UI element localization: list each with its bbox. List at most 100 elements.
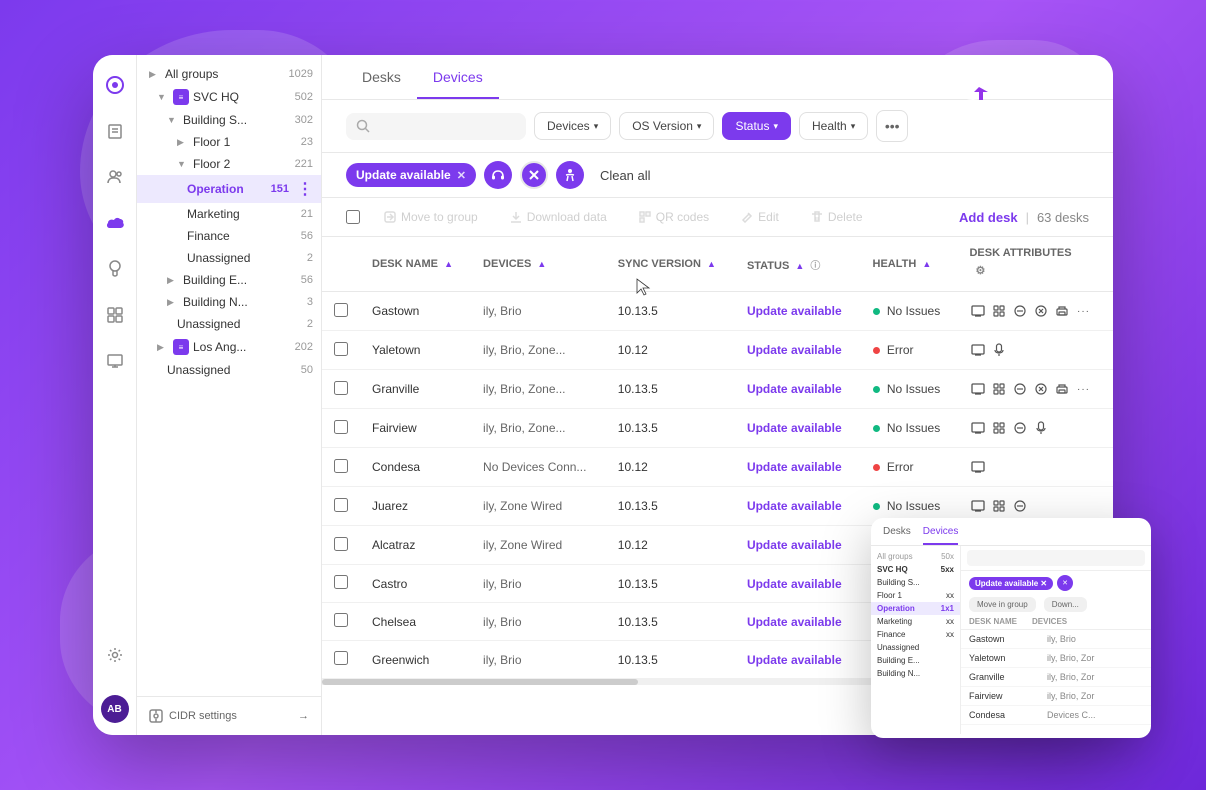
desk-name-cell: Juarez xyxy=(360,487,471,526)
row-checkbox[interactable] xyxy=(334,498,348,512)
mini-chip-icon: ✕ xyxy=(1057,575,1073,591)
row-checkbox[interactable] xyxy=(334,303,348,317)
nav-item-floor2[interactable]: ▼ Floor 2 221 xyxy=(137,153,321,175)
user-avatar[interactable]: AB xyxy=(101,695,129,723)
device-icon xyxy=(990,497,1008,515)
move-to-group-btn[interactable]: Move to group xyxy=(376,206,486,228)
health-cell: No Issues xyxy=(861,409,958,448)
person-filter-icon[interactable] xyxy=(556,161,584,189)
mini-move-action: Move in group xyxy=(969,597,1036,612)
row-checkbox[interactable] xyxy=(334,459,348,473)
row-checkbox[interactable] xyxy=(334,537,348,551)
nav-icon-grid[interactable] xyxy=(101,301,129,329)
nav-icon-book[interactable] xyxy=(101,117,129,145)
more-options-icon[interactable]: ⋮ xyxy=(297,179,313,199)
status-cell: Update available xyxy=(735,409,861,448)
table-row[interactable]: Gastown ily, Brio 10.13.5 Update availab… xyxy=(322,292,1113,331)
nav-item-unassigned-2[interactable]: Unassigned 2 xyxy=(137,313,321,335)
health-cell: No Issues xyxy=(861,370,958,409)
move-to-group-label: Move to group xyxy=(401,210,478,224)
chip-remove-icon[interactable]: ✕ xyxy=(457,169,466,182)
nav-label: Building S... xyxy=(183,113,247,127)
mini-table-row: Yaletownily, Brio, Zor xyxy=(961,649,1151,668)
delete-btn[interactable]: Delete xyxy=(803,206,871,228)
edit-btn[interactable]: Edit xyxy=(733,206,787,228)
nav-icon-people[interactable] xyxy=(101,163,129,191)
row-checkbox[interactable] xyxy=(334,342,348,356)
col-label: HEALTH xyxy=(873,258,917,270)
nav-item-los-angeles[interactable]: ▶ ≡ Los Ang... 202 xyxy=(137,335,321,359)
nav-tree: ▶ All groups 1029 ▼ ≡ SVC HQ 502 ▼ Build… xyxy=(137,55,321,696)
nav-item-unassigned-1[interactable]: Unassigned 2 xyxy=(137,247,321,269)
col-label: SYNC VERSION xyxy=(618,258,701,270)
search-input[interactable] xyxy=(376,119,506,134)
add-desk-button[interactable]: Add desk xyxy=(959,210,1018,225)
nav-icon-lightbulb[interactable] xyxy=(101,255,129,283)
update-available-chip[interactable]: Update available ✕ xyxy=(346,163,476,187)
nav-item-building-n[interactable]: ▶ Building N... 3 xyxy=(137,291,321,313)
nav-item-operation[interactable]: Operation 151 ⋮ xyxy=(137,175,321,203)
mini-tab-devices[interactable]: Devices xyxy=(923,526,959,545)
qr-codes-btn[interactable]: QR codes xyxy=(631,206,717,228)
search-box[interactable] xyxy=(346,113,526,140)
nav-item-svc-hq[interactable]: ▼ ≡ SVC HQ 502 xyxy=(137,85,321,109)
select-all-checkbox[interactable] xyxy=(346,210,360,224)
table-row[interactable]: Fairview ily, Brio, Zone... 10.13.5 Upda… xyxy=(322,409,1113,448)
nav-icon-home[interactable] xyxy=(101,71,129,99)
row-checkbox[interactable] xyxy=(334,651,348,665)
mini-tab-desks[interactable]: Desks xyxy=(883,526,911,545)
health-filter-btn[interactable]: Health ▾ xyxy=(799,112,868,140)
row-checkbox[interactable] xyxy=(334,613,348,627)
table-row[interactable]: Yaletown ily, Brio, Zone... 10.12 Update… xyxy=(322,331,1113,370)
nav-item-all-groups[interactable]: ▶ All groups 1029 xyxy=(137,63,321,85)
status-filter-btn[interactable]: Status ▾ xyxy=(722,112,791,140)
row-checkbox-cell xyxy=(322,526,360,565)
more-filters-btn[interactable]: ••• xyxy=(876,110,908,142)
row-checkbox-cell xyxy=(322,292,360,331)
row-checkbox[interactable] xyxy=(334,575,348,589)
device-icon xyxy=(990,341,1008,359)
os-version-filter-btn[interactable]: OS Version ▾ xyxy=(619,112,714,140)
col-health[interactable]: HEALTH ▲ xyxy=(861,237,958,292)
col-settings-icon[interactable]: ⚙ xyxy=(969,259,991,281)
nav-item-floor1[interactable]: ▶ Floor 1 23 xyxy=(137,131,321,153)
health-text: No Issues xyxy=(887,382,940,396)
nav-icon-cloud[interactable] xyxy=(101,209,129,237)
nav-icon-monitor[interactable] xyxy=(101,347,129,375)
desk-attributes-cell: ··· xyxy=(957,292,1113,331)
devices-filter-btn[interactable]: Devices ▾ xyxy=(534,112,611,140)
health-text: Error xyxy=(887,343,914,357)
col-sync-version[interactable]: SYNC VERSION ▲ xyxy=(606,237,735,292)
tab-desks[interactable]: Desks xyxy=(346,55,417,99)
desk-name-cell: Alcatraz xyxy=(360,526,471,565)
table-row[interactable]: Granville ily, Brio, Zone... 10.13.5 Upd… xyxy=(322,370,1113,409)
device-icon xyxy=(1011,380,1029,398)
clean-all-button[interactable]: Clean all xyxy=(592,164,659,187)
nav-item-building-s[interactable]: ▼ Building S... 302 xyxy=(137,109,321,131)
nav-item-marketing[interactable]: Marketing 21 xyxy=(137,203,321,225)
nav-count: 202 xyxy=(295,341,313,353)
headphones-filter-icon[interactable] xyxy=(484,161,512,189)
close-filter-icon[interactable] xyxy=(520,161,548,189)
cidr-settings-link[interactable]: CIDR settings → xyxy=(149,709,309,723)
row-checkbox[interactable] xyxy=(334,420,348,434)
nav-item-finance[interactable]: Finance 56 xyxy=(137,225,321,247)
nav-label: Floor 1 xyxy=(193,135,230,149)
nav-item-unassigned-3[interactable]: Unassigned 50 xyxy=(137,359,321,381)
tab-devices[interactable]: Devices xyxy=(417,55,499,99)
download-data-btn[interactable]: Download data xyxy=(502,206,615,228)
table-row[interactable]: Condesa No Devices Conn... 10.12 Update … xyxy=(322,448,1113,487)
nav-icon-settings[interactable] xyxy=(101,641,129,669)
sync-version-cell: 10.13.5 xyxy=(606,487,735,526)
sort-asc-icon: ▲ xyxy=(537,259,546,269)
nav-label: Finance xyxy=(187,229,230,243)
col-devices[interactable]: DEVICES ▲ xyxy=(471,237,606,292)
nav-item-building-e[interactable]: ▶ Building E... 56 xyxy=(137,269,321,291)
nav-count: 56 xyxy=(301,230,313,242)
row-checkbox[interactable] xyxy=(334,381,348,395)
mini-table-row: Granvilleily, Brio, Zor xyxy=(961,668,1151,687)
col-desk-name[interactable]: DESK NAME ▲ xyxy=(360,237,471,292)
mini-window: Desks Devices All groups50x SVC HQ5xx Bu… xyxy=(871,518,1151,738)
col-status[interactable]: STATUS ▲ ⓘ xyxy=(735,237,861,292)
scroll-thumb[interactable] xyxy=(322,679,638,685)
